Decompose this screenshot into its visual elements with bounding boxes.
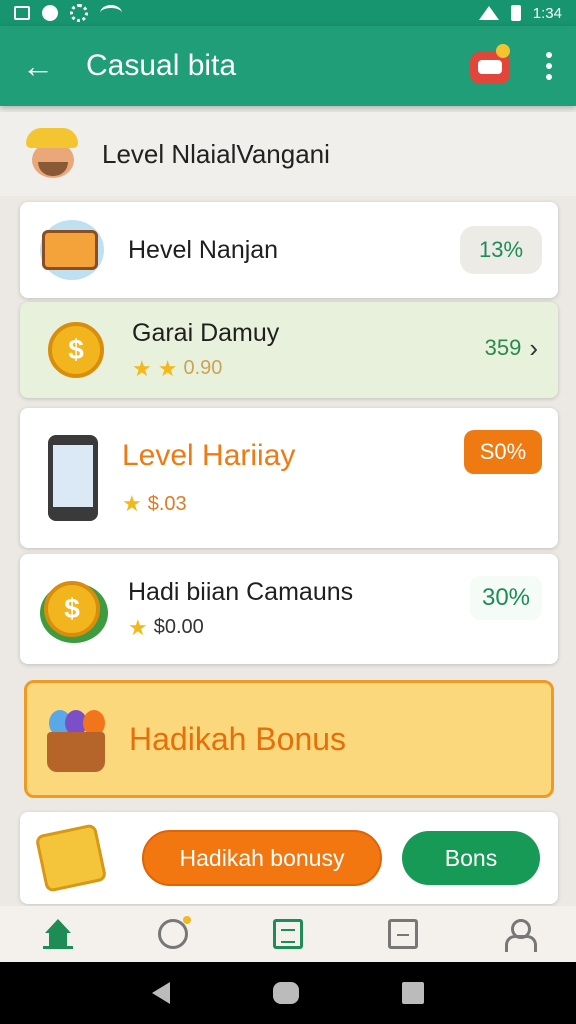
phone-icon: [48, 435, 98, 521]
system-recents-icon[interactable]: [402, 982, 425, 1004]
wifi-icon: [100, 5, 122, 21]
signal-icon: [478, 6, 499, 20]
status-time: 1:34: [532, 4, 562, 22]
bonus-banner[interactable]: Hadikah Bonus: [24, 680, 554, 798]
chevron-right-icon: ›: [529, 332, 538, 363]
percent-badge: 30%: [470, 576, 542, 620]
star-icon: ★: [157, 355, 178, 381]
ticket-icon: [34, 823, 108, 893]
list-item[interactable]: Hevel Nanjan 13%: [20, 202, 558, 298]
coin-icon: $: [44, 320, 108, 380]
signboard-icon: [40, 220, 104, 280]
more-options-icon[interactable]: [544, 52, 554, 80]
battery-icon: [510, 5, 521, 21]
status-bar: 1:34: [0, 0, 576, 26]
list-item[interactable]: $ Hadi biian Camauns ★ $0.00 30%: [20, 554, 558, 664]
star-icon: ★: [128, 614, 148, 640]
action-bar: Hadikah bonusy Bons: [20, 812, 558, 904]
leaf-coin-icon: $: [40, 579, 108, 643]
robot-mascot-icon[interactable]: [466, 44, 514, 88]
document-icon[interactable]: [272, 919, 303, 949]
header-title: Level NlaialVangani: [102, 138, 330, 169]
bonus-title: Hadikah Bonus: [129, 720, 347, 757]
bonus-button[interactable]: Hadikah bonusy: [142, 830, 382, 886]
home-icon[interactable]: [42, 919, 73, 949]
list-item[interactable]: Level Hariiay ★ $.03 S0%: [20, 408, 558, 548]
list-item[interactable]: $ Garai Damuy ★ ★ 0.90 359 ›: [20, 302, 558, 398]
settings-icon: [70, 4, 88, 22]
system-home-icon[interactable]: [272, 982, 299, 1004]
back-arrow-icon[interactable]: ←: [22, 48, 62, 85]
shop-bag-icon[interactable]: [388, 919, 419, 949]
timer-icon[interactable]: [157, 916, 191, 949]
system-nav-bar: [0, 962, 576, 1024]
rating-value: $.03: [147, 492, 187, 515]
system-back-icon[interactable]: [151, 982, 170, 1004]
rating-value: 0.90: [183, 357, 223, 379]
bons-button[interactable]: Bons: [402, 831, 540, 885]
value-text: 359: [484, 335, 522, 360]
rating-value: $0.00: [153, 616, 204, 638]
bottom-nav: [0, 906, 576, 962]
messenger-icon: [42, 5, 58, 21]
notification-icon: [14, 6, 30, 20]
level-header: Level NlaialVangani: [0, 112, 576, 196]
fruit-basket-icon: [45, 704, 109, 774]
profile-icon[interactable]: [503, 919, 538, 952]
star-icon: ★: [132, 355, 152, 381]
percent-badge: 13%: [460, 226, 542, 274]
star-icon: ★: [122, 491, 142, 516]
value-link[interactable]: 359 ›: [472, 324, 538, 372]
app-bar: ← Casual bita: [0, 26, 576, 106]
avatar: [24, 124, 84, 184]
percent-badge: S0%: [464, 430, 542, 474]
app-title: Casual bita: [86, 49, 237, 82]
